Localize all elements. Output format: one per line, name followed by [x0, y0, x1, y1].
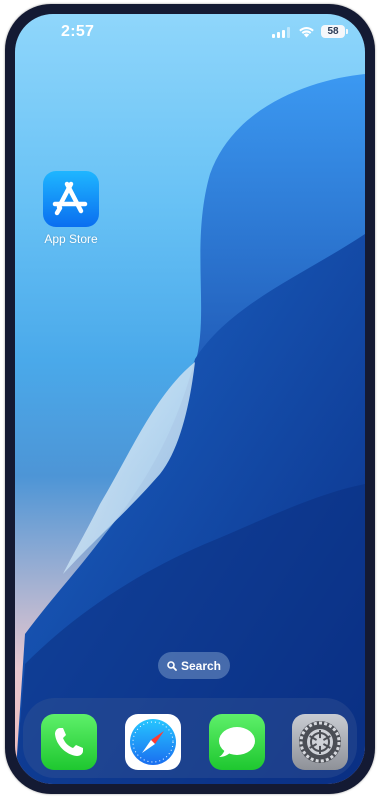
settings-icon — [299, 721, 341, 763]
dock — [23, 698, 357, 778]
status-bar: 2:57 58 — [15, 14, 365, 50]
messages-icon — [219, 727, 255, 757]
app-store-icon[interactable] — [43, 171, 99, 227]
battery-indicator: 58 — [321, 25, 348, 38]
app-store-label: App Store — [44, 232, 98, 246]
safari-app[interactable] — [125, 714, 181, 770]
messages-app[interactable] — [209, 714, 265, 770]
phone-app[interactable] — [41, 714, 97, 770]
home-screen: 2:57 58 App Store Search — [15, 14, 365, 784]
wifi-icon — [299, 27, 314, 38]
search-icon — [167, 660, 177, 671]
cellular-signal-icon — [272, 27, 290, 38]
battery-level: 58 — [327, 26, 339, 37]
status-time: 2:57 — [61, 23, 95, 40]
settings-app[interactable] — [292, 714, 348, 770]
safari-icon — [130, 719, 176, 765]
spotlight-search-button[interactable]: Search — [158, 652, 230, 679]
app-store-app[interactable]: App Store — [37, 171, 105, 246]
phone-icon — [55, 728, 83, 756]
search-label: Search — [180, 658, 222, 673]
